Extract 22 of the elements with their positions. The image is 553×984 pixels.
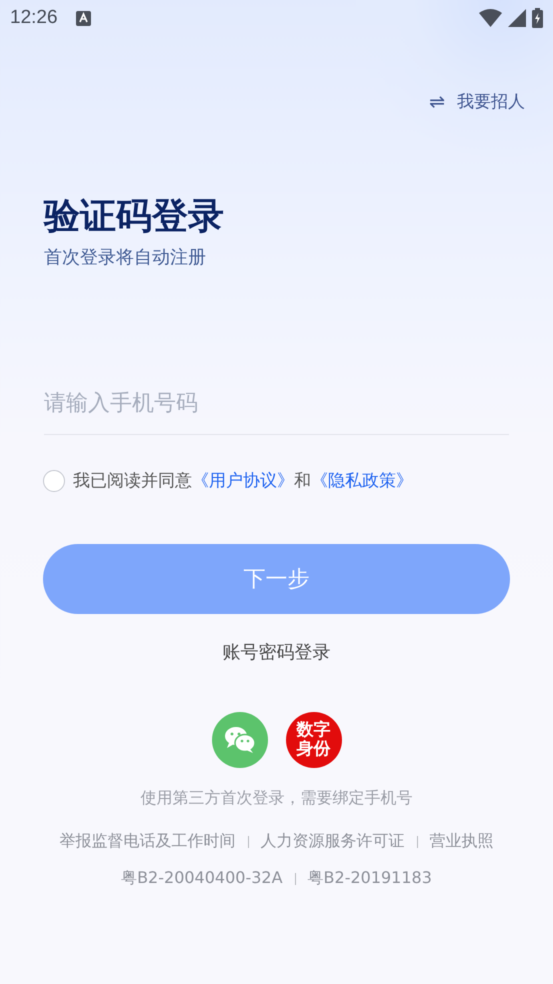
digital-id-login-button[interactable]: 数字身份 (286, 712, 342, 768)
third-party-note: 使用第三方首次登录，需要绑定手机号 (140, 788, 414, 809)
footer-link[interactable]: 举报监督电话及工作时间 (60, 831, 236, 852)
footer-link[interactable]: 人力资源服务许可证 (260, 831, 404, 852)
wechat-icon (224, 726, 256, 754)
privacy-policy-link[interactable]: 《隐私政策》 (311, 471, 413, 491)
signal-icon (508, 9, 526, 27)
keyboard-notification-icon (76, 10, 91, 26)
license-number: 粤B2-20040400-32A (121, 868, 283, 889)
battery-icon (532, 8, 543, 28)
user-agreement-link[interactable]: 《用户协议》 (192, 471, 294, 491)
status-time: 12:26 (10, 7, 58, 29)
license-number: 粤B2-20191183 (308, 868, 432, 889)
page-title: 验证码登录 (44, 195, 225, 239)
page-subtitle: 首次登录将自动注册 (44, 246, 207, 269)
wifi-icon (479, 9, 502, 27)
agreement-checkbox[interactable] (43, 470, 65, 492)
phone-input-field[interactable]: 请输入手机号码 (44, 373, 509, 435)
switch-role-link[interactable]: ⇌ 我要招人 (429, 90, 525, 113)
footer-link[interactable]: 营业执照 (430, 831, 494, 852)
agreement-text: 我已阅读并同意《用户协议》和《隐私政策》 (73, 470, 413, 492)
password-login-link[interactable]: 账号密码登录 (222, 640, 330, 664)
